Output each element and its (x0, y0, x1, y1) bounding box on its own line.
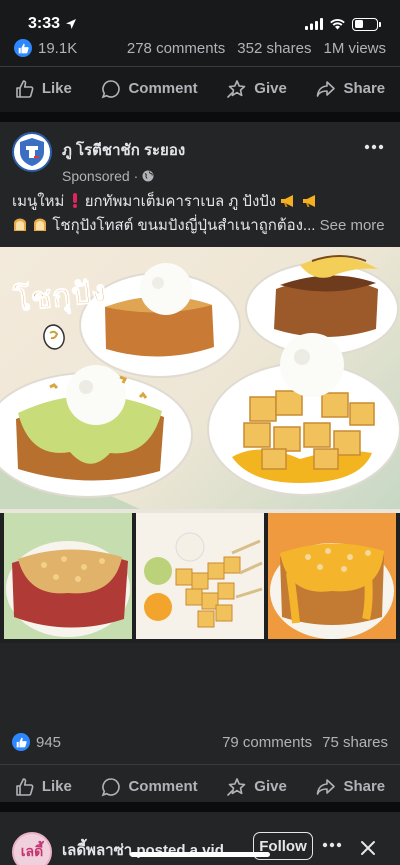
hero-image-title: โชกุปัง (12, 274, 109, 320)
like-button[interactable]: Like (7, 73, 80, 105)
previous-comments-count[interactable]: 278 comments (127, 40, 225, 57)
like-reaction-icon (14, 39, 32, 57)
comment-bubble-icon (102, 777, 121, 796)
comments-count[interactable]: 79 comments (222, 734, 312, 751)
comment-button[interactable]: Comment (93, 73, 205, 105)
status-time: 3:33 (28, 15, 77, 33)
wifi-icon (330, 19, 345, 30)
share-label: Share (343, 80, 386, 97)
give-star-icon (227, 79, 246, 98)
comment-label: Comment (128, 80, 198, 97)
give-star-icon (227, 777, 246, 796)
caption-body: โชกุปังโทสต์ ขนมปังญี่ปุ่นสำเนาถูกต้อง..… (52, 217, 316, 234)
post-media[interactable]: โชกุปัง (0, 247, 400, 643)
thumbnail-toast-skewers[interactable] (136, 513, 264, 639)
sponsored-text: Sponsored · (62, 168, 139, 184)
thumbnail-strawberry-toast[interactable] (4, 513, 132, 639)
bread-icon (14, 218, 26, 231)
caption-line-1: เมนูใหม่ ยกทัพมาเต็มคาราเบล ภู ปังปัง (12, 190, 392, 214)
status-indicators (305, 17, 381, 31)
give-button[interactable]: Give (219, 771, 295, 803)
thumbnail-caramel-toast[interactable] (268, 513, 396, 639)
comment-bubble-icon (102, 79, 121, 98)
comment-label: Comment (128, 778, 198, 795)
next-post-title[interactable]: เลดี้พลาซ่า posted a vid... (62, 838, 236, 862)
like-label: Like (41, 80, 72, 97)
globe-icon (142, 170, 154, 182)
share-arrow-icon (317, 778, 336, 795)
like-label: Like (41, 778, 72, 795)
shield-logo-icon (20, 138, 44, 166)
give-label: Give (254, 80, 287, 97)
thumbnail-row (0, 513, 400, 643)
next-post-avatar[interactable]: เลดี้ (12, 832, 52, 865)
previous-shares-count[interactable]: 352 shares (237, 40, 311, 57)
like-reaction-icon (12, 733, 30, 751)
see-more-link[interactable]: See more (320, 217, 385, 234)
thumbs-up-icon (16, 79, 34, 98)
post-header: ภู โรตีชาชัก ระยอง Sponsored · (12, 132, 388, 184)
hero-image[interactable]: โชกุปัง (0, 247, 400, 509)
post-caption: เมนูใหม่ ยกทัพมาเต็มคาราเบล ภู ปังปัง โช… (12, 190, 392, 238)
previous-reaction-count[interactable]: 19.1K (38, 40, 77, 57)
feed-separator (0, 112, 400, 122)
more-options-icon[interactable] (364, 144, 384, 150)
share-button[interactable]: Share (308, 771, 393, 803)
post-stats: 945 79 comments 75 shares (12, 733, 388, 751)
page-avatar[interactable] (12, 132, 52, 172)
comment-button[interactable]: Comment (93, 771, 205, 803)
more-options-icon[interactable] (322, 842, 342, 848)
clock-label: 3:33 (28, 15, 61, 32)
megaphone-icon (303, 195, 316, 207)
feed-separator (0, 802, 400, 812)
reaction-count[interactable]: 945 (36, 734, 61, 751)
close-icon[interactable] (360, 840, 376, 856)
megaphone-icon (281, 195, 294, 207)
caption-line-2: โชกุปังโทสต์ ขนมปังญี่ปุ่นสำเนาถูกต้อง..… (12, 214, 392, 238)
share-button[interactable]: Share (308, 73, 393, 105)
exclamation-icon (72, 193, 77, 208)
previous-post-stats: 19.1K 278 comments 352 shares 1M views (0, 36, 400, 60)
page-name[interactable]: ภู โรตีชาชัก ระยอง (62, 138, 185, 162)
like-button[interactable]: Like (7, 771, 80, 803)
thumbs-up-icon (16, 777, 34, 796)
caption-new-menu: เมนูใหม่ (12, 193, 65, 210)
give-label: Give (254, 778, 287, 795)
previous-post-action-bar: Like Comment Give Share (0, 66, 400, 110)
share-label: Share (343, 778, 386, 795)
previous-views-count: 1M views (323, 39, 386, 57)
caption-headline: ยกทัพมาเต็มคาราเบล ภู ปังปัง (84, 193, 277, 210)
sponsored-label: Sponsored · (62, 168, 185, 184)
give-button[interactable]: Give (219, 73, 295, 105)
share-arrow-icon (317, 80, 336, 97)
next-post-card: เลดี้ เลดี้พลาซ่า posted a vid... Follow (0, 812, 400, 865)
bread-icon (34, 218, 47, 231)
location-arrow-icon (66, 19, 77, 29)
signal-icon (305, 18, 323, 30)
home-indicator[interactable] (130, 852, 270, 857)
battery-icon (352, 17, 381, 31)
shares-count[interactable]: 75 shares (322, 734, 388, 751)
